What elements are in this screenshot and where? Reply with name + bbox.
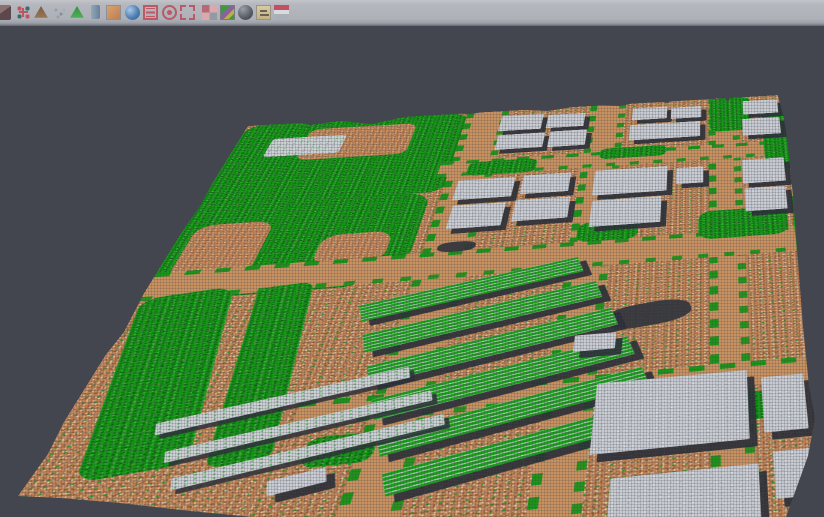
- measure-sheet-button[interactable]: [254, 3, 272, 21]
- point-density-button[interactable]: [50, 3, 68, 21]
- building: [761, 374, 809, 433]
- checker-select-button[interactable]: [200, 3, 218, 21]
- point-density-icon: [52, 5, 67, 20]
- profile-lines-button[interactable]: [141, 3, 159, 21]
- layer-slab-button[interactable]: [272, 3, 290, 21]
- column-filter-button[interactable]: [86, 3, 104, 21]
- align-points-icon: [16, 5, 31, 20]
- shadow-void: [602, 295, 694, 333]
- globe-view-button[interactable]: [123, 3, 141, 21]
- building: [605, 463, 762, 517]
- building: [671, 106, 701, 119]
- vegetation-surface-button[interactable]: [68, 3, 86, 21]
- application-window: [0, 0, 824, 517]
- target-select-icon: [162, 5, 177, 20]
- ortho-tile-icon: [106, 5, 121, 20]
- building: [592, 166, 668, 196]
- ortho-tile-button[interactable]: [104, 3, 122, 21]
- zoom-extents-icon: [180, 5, 195, 20]
- target-select-button[interactable]: [160, 3, 178, 21]
- building: [495, 132, 546, 150]
- building: [742, 117, 781, 136]
- measure-sheet-icon: [256, 5, 271, 20]
- building: [743, 99, 779, 114]
- building: [676, 166, 703, 184]
- vegetation-surface-icon: [70, 5, 85, 20]
- terrain-model-button[interactable]: [32, 3, 50, 21]
- building: [742, 157, 786, 183]
- building: [511, 197, 571, 222]
- profile-lines-icon: [143, 5, 158, 20]
- vegetation-patch: [791, 194, 824, 293]
- building: [547, 129, 587, 147]
- clipped-tool-icon: [0, 5, 11, 20]
- column-filter-icon: [91, 5, 100, 19]
- building: [498, 114, 544, 131]
- toolbar: [0, 0, 824, 26]
- layer-slab-icon: [274, 5, 289, 20]
- classified-point-cloud: [0, 94, 824, 517]
- building: [446, 202, 506, 229]
- sphere-view-button[interactable]: [236, 3, 254, 21]
- building: [546, 113, 586, 128]
- building: [520, 172, 572, 194]
- point-cloud-extent: [0, 26, 824, 517]
- 3d-viewport[interactable]: [0, 26, 824, 517]
- building: [629, 121, 700, 141]
- zoom-extents-button[interactable]: [178, 3, 196, 21]
- classification-palette-icon: [220, 5, 235, 20]
- align-points-button[interactable]: [14, 3, 32, 21]
- sphere-view-icon: [238, 5, 253, 20]
- building: [589, 196, 662, 227]
- building: [744, 186, 787, 212]
- clipped-tool-button[interactable]: [0, 3, 12, 21]
- building: [632, 107, 667, 121]
- building: [773, 447, 819, 499]
- globe-view-icon: [125, 5, 140, 20]
- checker-select-icon: [202, 5, 217, 20]
- building: [266, 467, 326, 497]
- classification-palette-button[interactable]: [218, 3, 236, 21]
- terrain-model-icon: [34, 5, 49, 20]
- building: [452, 177, 515, 200]
